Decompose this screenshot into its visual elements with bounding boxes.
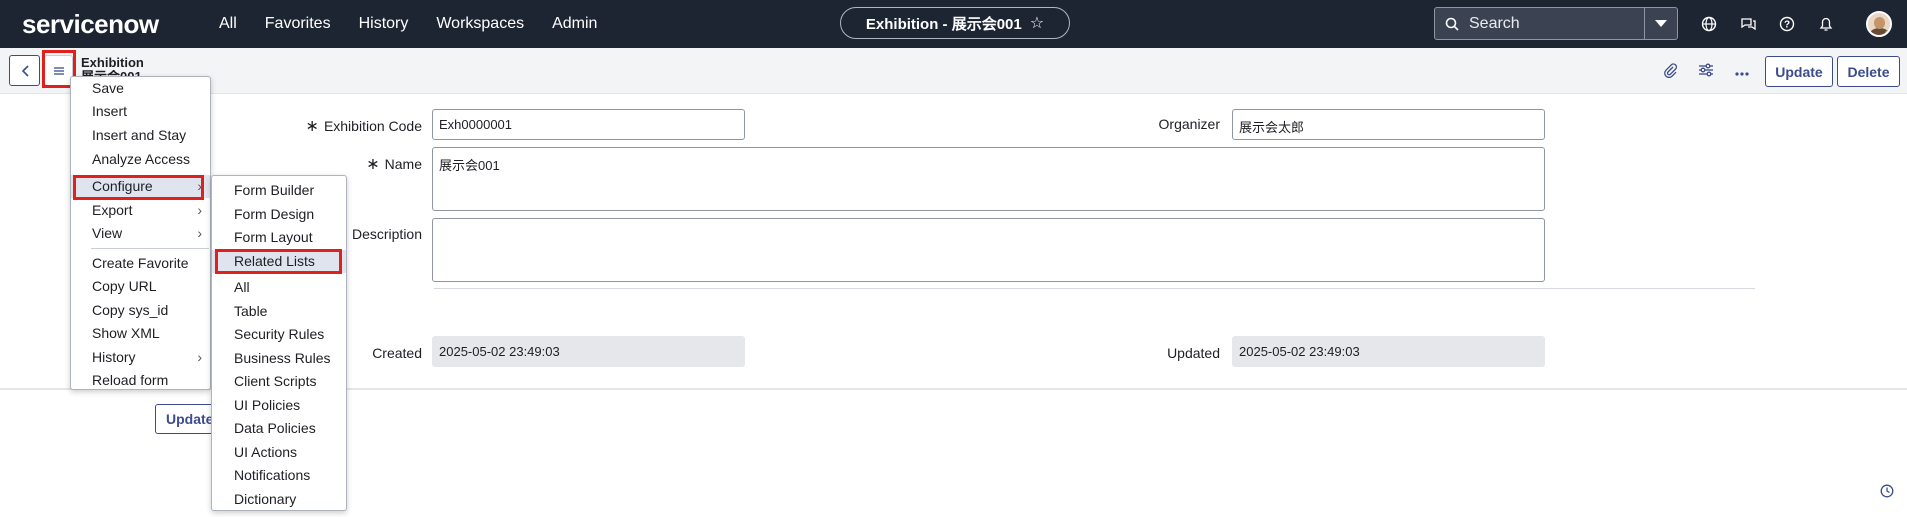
menu-item-create-favorite[interactable]: Create Favorite <box>71 252 210 275</box>
updated-label: Updated <box>1167 345 1220 361</box>
menu-item-show-xml[interactable]: Show XML <box>71 322 210 345</box>
back-button[interactable] <box>9 55 40 86</box>
main-nav: All Favorites History Workspaces Admin <box>205 0 611 48</box>
menu-item-history[interactable]: History › <box>71 346 210 369</box>
form-title: Exhibition 展示会001 <box>81 55 144 79</box>
menu-item-analyze-access[interactable]: Analyze Access <box>71 148 210 171</box>
nav-all[interactable]: All <box>205 0 251 48</box>
personalize-sliders-icon[interactable] <box>1698 63 1714 82</box>
submenu-item-business-rules[interactable]: Business Rules <box>212 347 346 370</box>
form-header: Exhibition 展示会001 Update Delete <box>0 48 1907 94</box>
submenu-item-data-policies[interactable]: Data Policies <box>212 417 346 440</box>
submenu-item-all[interactable]: All <box>212 276 346 299</box>
exhibition-code-label: ∗ Exhibition Code <box>305 118 422 135</box>
menu-item-export[interactable]: Export › <box>71 199 210 222</box>
organizer-input[interactable]: 展示会太郎 <box>1232 109 1545 140</box>
required-asterisk-icon: ∗ <box>305 118 319 135</box>
record-context-label: Exhibition - 展示会001 <box>865 15 1022 33</box>
globe-icon[interactable] <box>1700 15 1718 33</box>
header-icons <box>1662 62 1750 83</box>
menu-item-copy-url[interactable]: Copy URL <box>71 275 210 298</box>
star-icon[interactable]: ☆ <box>1030 13 1044 33</box>
configure-submenu: Form Builder Form Design Form Layout Rel… <box>211 175 347 511</box>
help-icon[interactable]: ? <box>1778 15 1796 33</box>
name-textarea[interactable]: 展示会001 <box>432 147 1545 211</box>
nav-history[interactable]: History <box>345 0 423 48</box>
menu-item-view-label: View <box>92 225 123 241</box>
form-context-menu: Save Insert Insert and Stay Analyze Acce… <box>70 76 211 390</box>
menu-item-reload-form[interactable]: Reload form <box>71 369 210 392</box>
menu-item-history-label: History <box>92 349 136 365</box>
nav-admin[interactable]: Admin <box>538 0 611 48</box>
menu-item-view[interactable]: View › <box>71 222 210 245</box>
menu-item-export-label: Export <box>92 202 133 218</box>
delete-button[interactable]: Delete <box>1837 56 1900 87</box>
top-utility-icons: ? <box>1700 0 1835 48</box>
chevron-right-icon: › <box>197 349 202 365</box>
submenu-item-dictionary[interactable]: Dictionary <box>212 488 346 511</box>
svg-text:?: ? <box>1784 20 1790 31</box>
chevron-left-icon <box>21 64 29 77</box>
submenu-item-form-builder[interactable]: Form Builder <box>212 179 346 202</box>
update-button[interactable]: Update <box>1765 56 1833 87</box>
submenu-item-ui-actions[interactable]: UI Actions <box>212 441 346 464</box>
form-title-table: Exhibition <box>81 55 144 70</box>
bell-icon[interactable] <box>1817 15 1835 33</box>
search-icon <box>1435 17 1469 31</box>
required-asterisk-icon: ∗ <box>366 156 380 173</box>
menu-item-insert[interactable]: Insert <box>71 100 210 123</box>
description-textarea[interactable] <box>432 218 1545 282</box>
servicenow-form-page: servicenow All Favorites History Workspa… <box>0 0 1907 517</box>
user-avatar[interactable] <box>1866 11 1892 37</box>
exhibition-code-input[interactable]: Exh0000001 <box>432 109 745 140</box>
record-context-pill[interactable]: Exhibition - 展示会001 ☆ <box>840 7 1070 39</box>
top-navigation-bar: servicenow All Favorites History Workspa… <box>0 0 1907 48</box>
menu-separator <box>91 248 209 249</box>
nav-workspaces[interactable]: Workspaces <box>422 0 538 48</box>
highlight-configure <box>73 175 204 200</box>
chevron-down-icon[interactable] <box>1644 8 1677 39</box>
global-search[interactable]: Search <box>1434 7 1678 40</box>
servicenow-logo[interactable]: servicenow <box>22 9 159 40</box>
highlight-related-lists <box>215 249 342 274</box>
more-options-icon[interactable] <box>1734 64 1750 82</box>
organizer-label: Organizer <box>1158 116 1220 132</box>
name-label: ∗ Name <box>366 156 422 173</box>
submenu-item-security-rules[interactable]: Security Rules <box>212 323 346 346</box>
clock-icon[interactable] <box>1880 484 1894 498</box>
submenu-item-ui-policies[interactable]: UI Policies <box>212 394 346 417</box>
presence-status <box>1885 30 1890 35</box>
form-section-divider <box>434 288 1755 289</box>
submenu-item-notifications[interactable]: Notifications <box>212 464 346 487</box>
submenu-item-form-layout[interactable]: Form Layout <box>212 226 346 249</box>
search-placeholder[interactable]: Search <box>1469 15 1644 33</box>
created-field: 2025-05-02 23:49:03 <box>432 336 745 367</box>
chevron-right-icon: › <box>197 225 202 241</box>
bottom-update-button[interactable]: Update <box>155 404 215 434</box>
submenu-item-client-scripts[interactable]: Client Scripts <box>212 370 346 393</box>
menu-item-save[interactable]: Save <box>71 77 210 100</box>
menu-item-copy-sys-id[interactable]: Copy sys_id <box>71 299 210 322</box>
chevron-right-icon: › <box>197 202 202 218</box>
updated-field: 2025-05-02 23:49:03 <box>1232 336 1545 367</box>
submenu-item-form-design[interactable]: Form Design <box>212 203 346 226</box>
menu-item-insert-and-stay[interactable]: Insert and Stay <box>71 124 210 147</box>
chat-icon[interactable] <box>1739 15 1757 33</box>
paperclip-icon[interactable] <box>1662 62 1678 83</box>
submenu-item-table[interactable]: Table <box>212 300 346 323</box>
nav-favorites[interactable]: Favorites <box>251 0 345 48</box>
